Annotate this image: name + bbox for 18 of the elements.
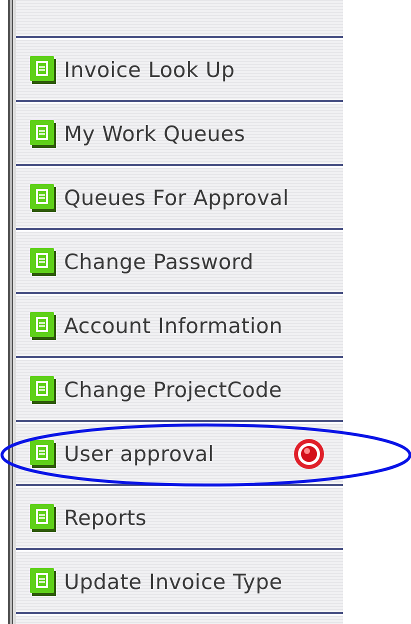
document-icon [30, 504, 56, 532]
menu-item[interactable]: Update Invoice Type [16, 552, 343, 612]
menu-item[interactable]: My Work Queues [16, 104, 343, 164]
document-icon [30, 568, 56, 596]
menu-item[interactable]: Queues For Approval [16, 168, 343, 228]
document-icon [30, 312, 56, 340]
menu-item[interactable]: User approval [16, 424, 343, 484]
document-icon [30, 376, 56, 404]
document-icon [30, 56, 56, 84]
menu-item[interactable]: Change Password [16, 232, 343, 292]
document-icon [30, 440, 56, 468]
menu-item[interactable]: Invoice Look Up [16, 40, 343, 100]
document-icon [30, 248, 56, 276]
menu-item[interactable]: Reports [16, 488, 343, 548]
menu-item[interactable]: Change ProjectCode [16, 360, 343, 420]
document-icon [30, 184, 56, 212]
document-icon [30, 120, 56, 148]
menu-item[interactable]: Account Information [16, 296, 343, 356]
